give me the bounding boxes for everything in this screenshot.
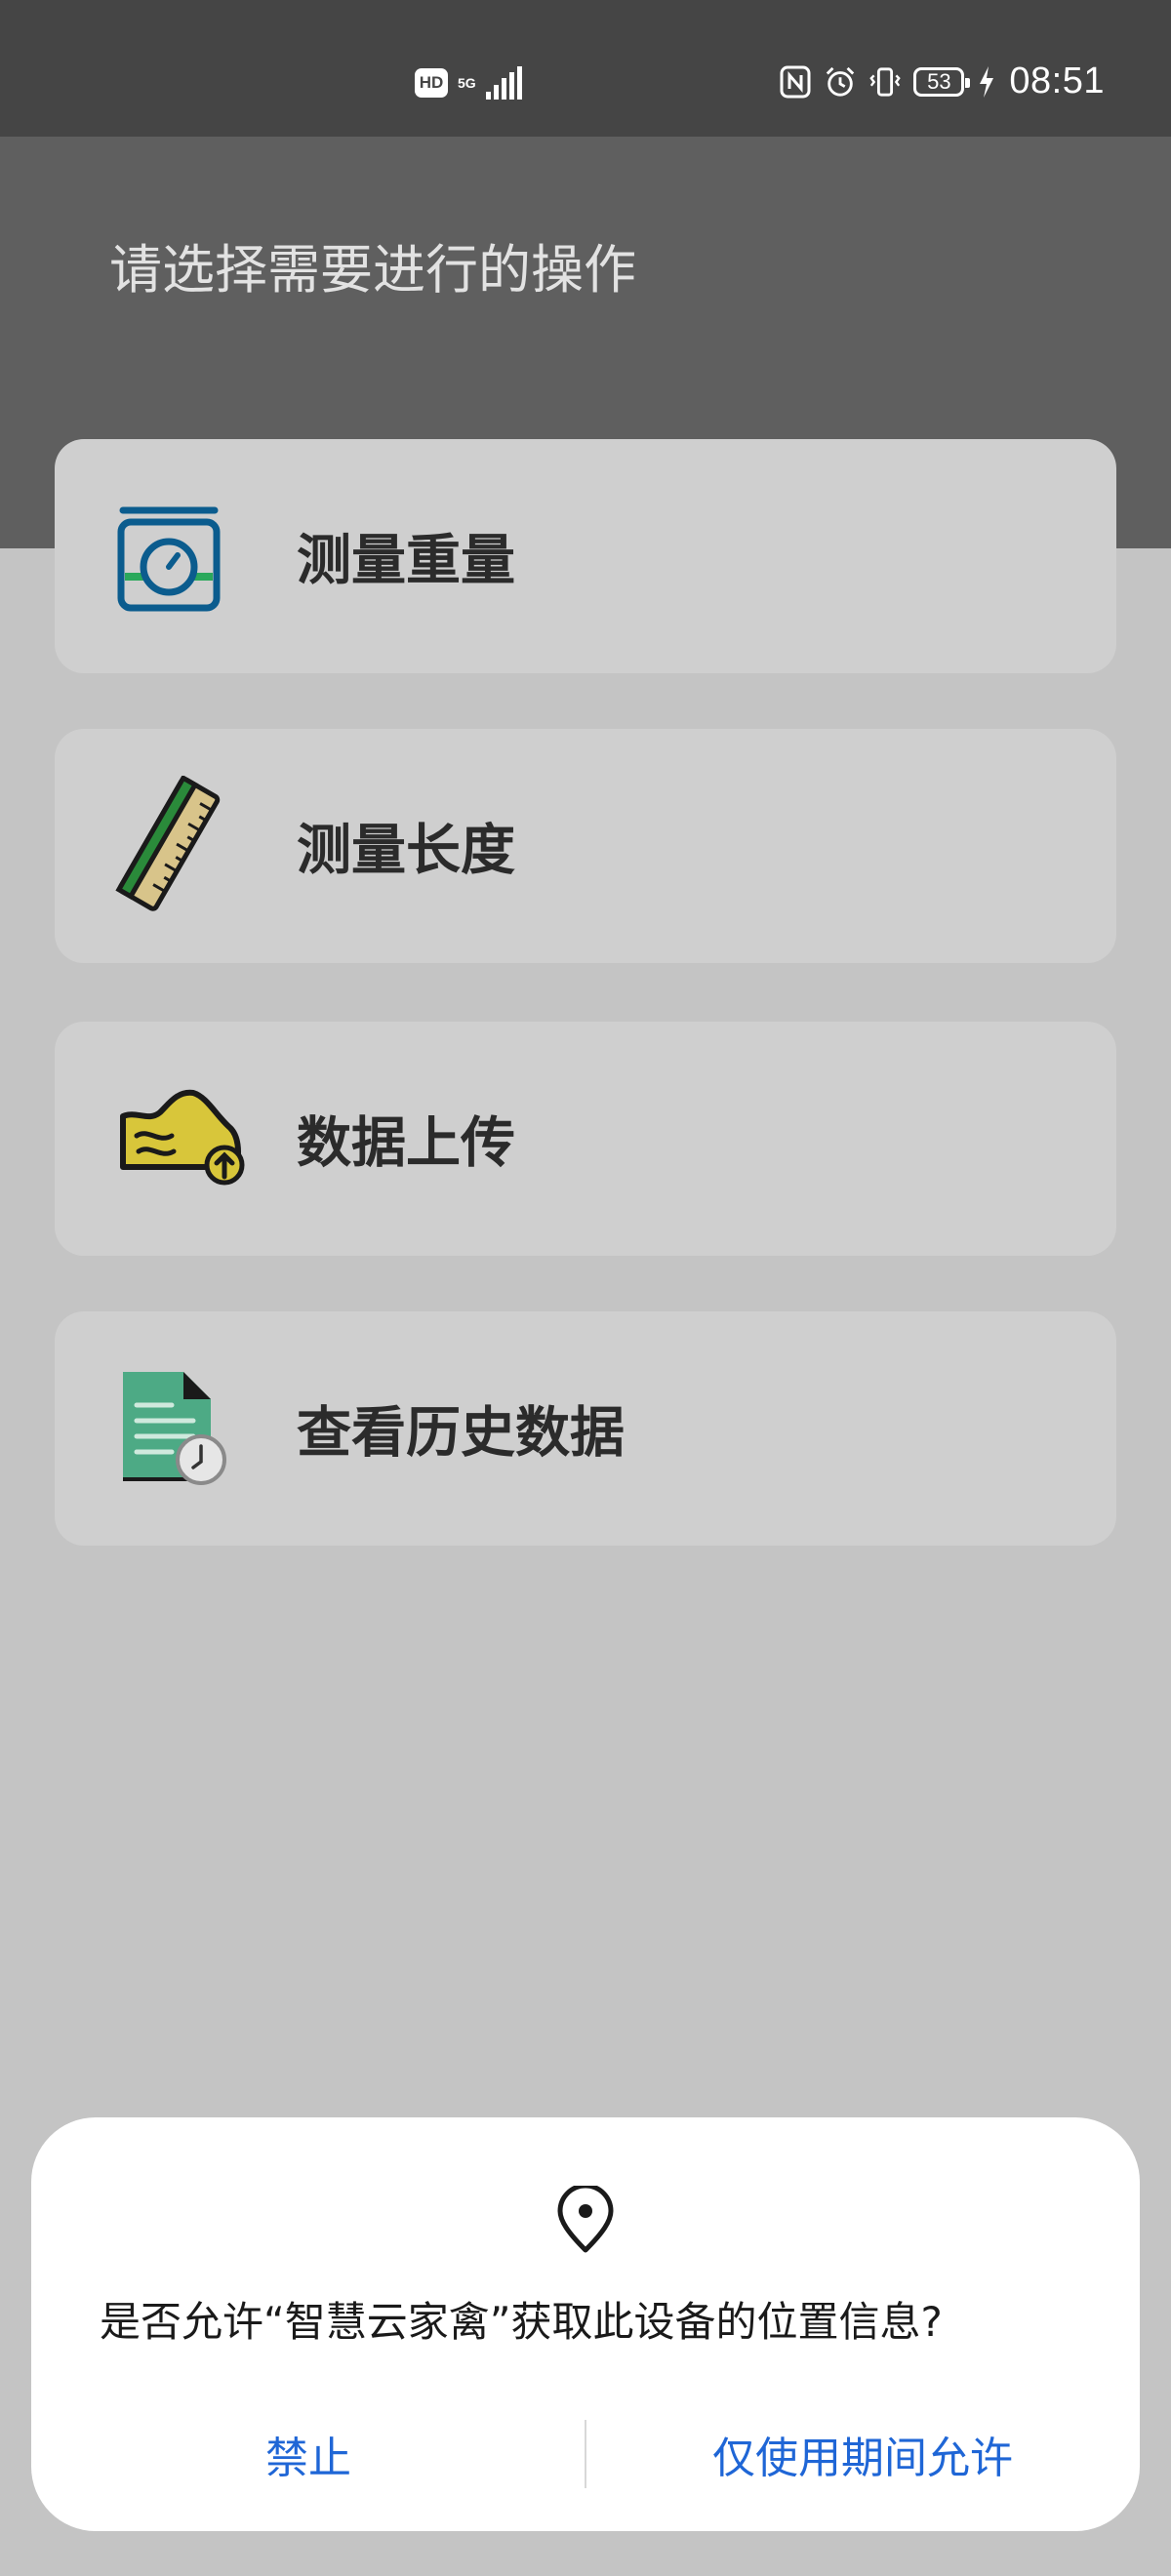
deny-button[interactable]: 禁止: [31, 2420, 586, 2488]
history-document-icon: [115, 1366, 232, 1491]
status-bar: HD 5G 53 08:51: [0, 0, 1171, 137]
menu-item-history[interactable]: 查看历史数据: [55, 1311, 1116, 1546]
hd-badge: HD: [415, 68, 448, 98]
vibrate-icon: [868, 65, 902, 99]
weighing-scale-icon: [115, 497, 222, 616]
status-right: 53 08:51: [779, 60, 1105, 102]
menu-item-weight[interactable]: 测量重量: [55, 439, 1116, 673]
menu-item-label: 测量重量: [297, 529, 515, 593]
clock: 08:51: [1009, 60, 1105, 101]
location-pin-icon: [554, 2183, 617, 2260]
menu-item-label: 测量长度: [297, 819, 515, 883]
network-type: 5G: [458, 75, 476, 91]
menu-item-length[interactable]: 测量长度: [55, 729, 1116, 963]
location-permission-dialog: 是否允许“智慧云家禽”获取此设备的位置信息? 禁止 仅使用期间允许: [31, 2117, 1140, 2531]
menu-item-label: 查看历史数据: [297, 1401, 625, 1466]
dialog-actions: 禁止 仅使用期间允许: [31, 2420, 1140, 2488]
charging-icon: [976, 65, 997, 99]
battery-indicator: 53: [913, 66, 971, 97]
data-upload-icon: [115, 1083, 252, 1194]
page-title: 请选择需要进行的操作: [109, 239, 636, 301]
dialog-message: 是否允许“智慧云家禽”获取此设备的位置信息?: [100, 2298, 943, 2346]
signal-group: HD 5G: [415, 66, 522, 100]
ruler-icon: [115, 774, 222, 916]
menu-item-label: 数据上传: [297, 1111, 515, 1176]
allow-while-using-button[interactable]: 仅使用期间允许: [586, 2420, 1140, 2488]
signal-icon: [485, 66, 522, 100]
menu-item-upload[interactable]: 数据上传: [55, 1022, 1116, 1256]
alarm-icon: [824, 65, 857, 99]
nfc-icon: [779, 65, 812, 99]
